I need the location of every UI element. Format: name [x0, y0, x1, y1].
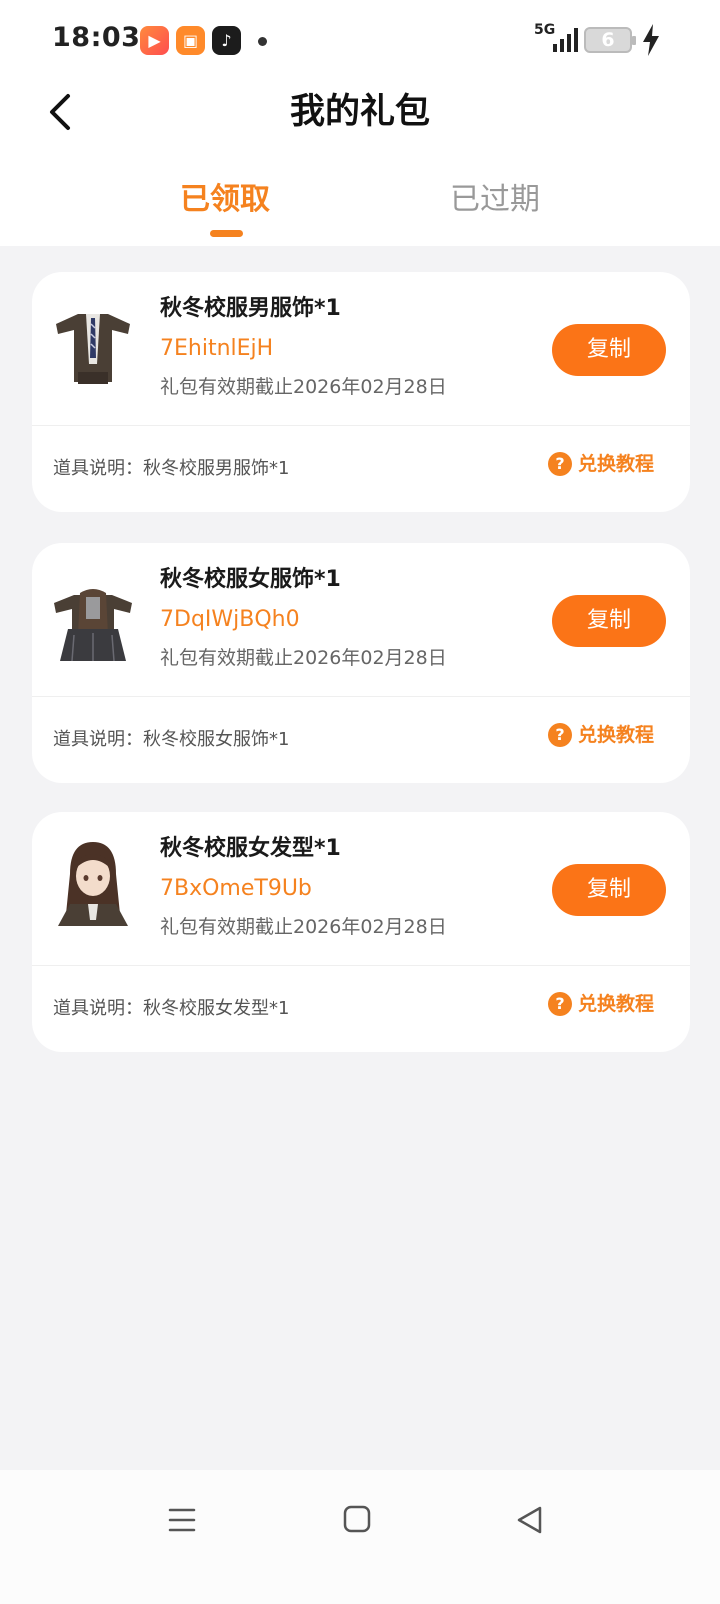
card-divider [32, 425, 690, 426]
item-description-label: 道具说明： [53, 998, 143, 1019]
question-icon: ? [548, 452, 572, 476]
item-description-value: 秋冬校服男服饰*1 [143, 458, 290, 479]
question-icon: ? [548, 992, 572, 1016]
redeem-tutorial-label: 兑换教程 [578, 453, 655, 475]
male-uniform-thumbnail [56, 314, 130, 384]
tab-expired[interactable]: 已过期 [405, 180, 585, 220]
copy-button[interactable]: 复制 [552, 864, 666, 916]
item-description-value: 秋冬校服女服饰*1 [143, 729, 290, 750]
battery-icon: 6 [584, 27, 636, 53]
question-icon: ? [548, 723, 572, 747]
item-description-label: 道具说明： [53, 729, 143, 750]
redeem-tutorial-label: 兑换教程 [578, 993, 655, 1015]
battery-level: 6 [601, 29, 615, 51]
gift-expiry: 礼包有效期截止2026年02月28日 [160, 916, 447, 938]
card-divider [32, 965, 690, 966]
tab-claimed[interactable]: 已领取 [135, 180, 315, 220]
back-triangle-icon[interactable] [514, 1504, 546, 1536]
gift-name: 秋冬校服男服饰*1 [160, 296, 341, 321]
kuaishou-icon: ▶ [140, 26, 169, 55]
page-title: 我的礼包 [289, 92, 430, 132]
gift-name: 秋冬校服女服饰*1 [160, 567, 341, 592]
gift-expiry: 礼包有效期截止2026年02月28日 [160, 647, 447, 669]
status-time: 18:03 [52, 22, 141, 53]
item-description: 道具说明：秋冬校服女发型*1 [53, 996, 289, 1022]
card-divider [32, 696, 690, 697]
female-hairstyle-thumbnail [58, 842, 128, 926]
gift-card: 秋冬校服女发型*1 7BxOmeT9Ub 礼包有效期截止2026年02月28日 … [32, 812, 690, 1052]
gift-code: 7EhitnlEjH [160, 336, 274, 361]
signal-icon [553, 28, 578, 52]
douyin-icon: ♪ [212, 26, 241, 55]
notification-dot-icon [258, 37, 267, 46]
charging-icon [643, 24, 659, 56]
female-uniform-thumbnail [54, 589, 132, 661]
item-description: 道具说明：秋冬校服女服饰*1 [53, 727, 289, 753]
system-nav-bar [0, 1470, 720, 1604]
status-bar: 18:03 ▶ ▣ ♪ 5G 6 [0, 0, 720, 80]
copy-button[interactable]: 复制 [552, 324, 666, 376]
copy-button[interactable]: 复制 [552, 595, 666, 647]
redeem-tutorial-label: 兑换教程 [578, 724, 655, 746]
gift-code: 7BxOmeT9Ub [160, 876, 312, 901]
item-description-label: 道具说明： [53, 458, 143, 479]
active-tab-indicator [210, 230, 243, 237]
item-description: 道具说明：秋冬校服男服饰*1 [53, 456, 289, 482]
item-description-value: 秋冬校服女发型*1 [143, 998, 290, 1019]
gift-expiry: 礼包有效期截止2026年02月28日 [160, 376, 447, 398]
gift-name: 秋冬校服女发型*1 [160, 836, 341, 861]
gift-card: 秋冬校服男服饰*1 7EhitnlEjH 礼包有效期截止2026年02月28日 … [32, 272, 690, 512]
menu-icon[interactable] [166, 1504, 198, 1536]
home-icon[interactable] [342, 1504, 372, 1534]
video-app-icon: ▣ [176, 26, 205, 55]
gift-code: 7DqIWjBQh0 [160, 607, 300, 632]
gift-card: 秋冬校服女服饰*1 7DqIWjBQh0 礼包有效期截止2026年02月28日 … [32, 543, 690, 783]
